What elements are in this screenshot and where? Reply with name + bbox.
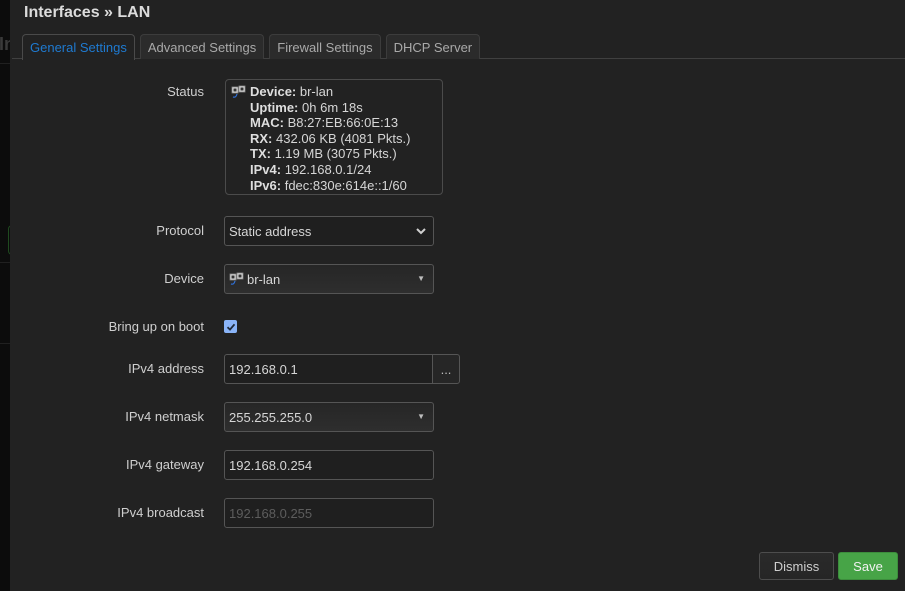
- status-line-ipv6: IPv6: fdec:830e:614e::1/60: [250, 177, 407, 193]
- status-line-rx: RX: 432.06 KB (4081 Pkts.): [250, 130, 411, 146]
- device-label: Device: [164, 271, 204, 286]
- tab-advanced-settings[interactable]: Advanced Settings: [139, 34, 265, 59]
- tab-firewall-settings[interactable]: Firewall Settings: [269, 34, 381, 59]
- chevron-down-icon: [415, 225, 427, 240]
- checkmark-icon: [226, 323, 235, 331]
- background-page: In: [0, 0, 16, 591]
- ipv4-gateway-label: IPv4 gateway: [125, 457, 204, 472]
- tab-general-settings[interactable]: General Settings: [22, 34, 135, 60]
- ethernet-bridge-icon: [231, 85, 247, 103]
- ipv4-netmask-label: IPv4 netmask: [125, 409, 204, 424]
- dismiss-button[interactable]: Dismiss: [759, 552, 834, 580]
- device-dropdown[interactable]: br-lan ▼: [224, 264, 434, 294]
- ipv4-address-input[interactable]: 192.168.0.1: [224, 354, 433, 384]
- ipv4-address-label: IPv4 address: [128, 361, 204, 376]
- ipv4-netmask-value: 255.255.255.0: [229, 409, 313, 425]
- tab-dhcp-server[interactable]: DHCP Server: [385, 34, 481, 59]
- save-button[interactable]: Save: [838, 552, 898, 580]
- ipv4-address-more-button[interactable]: ...: [432, 354, 460, 384]
- protocol-select[interactable]: Static address: [224, 216, 434, 246]
- protocol-label: Protocol: [156, 223, 204, 238]
- bring-up-on-boot-label: Bring up on boot: [108, 319, 204, 334]
- bring-up-on-boot-checkbox[interactable]: [224, 320, 237, 333]
- status-line-device: Device: br-lan: [250, 84, 334, 99]
- status-line-tx: TX: 1.19 MB (3075 Pkts.): [250, 146, 397, 162]
- interface-edit-modal: Interfaces » LAN General Settings Advanc…: [10, 0, 905, 591]
- caret-down-icon: ▼: [417, 274, 425, 283]
- device-value: br-lan: [247, 271, 281, 287]
- status-panel: Device: br-lan Uptime: 0h 6m 18s MAC: B8…: [225, 79, 443, 195]
- ethernet-bridge-icon: [229, 272, 245, 286]
- ipv4-broadcast-input[interactable]: 192.168.0.255: [224, 498, 434, 528]
- status-line-uptime: Uptime: 0h 6m 18s: [250, 99, 363, 115]
- ipv4-gateway-value: 192.168.0.254: [229, 457, 313, 473]
- status-line-mac: MAC: B8:27:EB:66:0E:13: [250, 115, 399, 131]
- ipv4-broadcast-placeholder: 192.168.0.255: [229, 505, 313, 521]
- protocol-value: Static address: [229, 223, 312, 239]
- ipv4-gateway-input[interactable]: 192.168.0.254: [224, 450, 434, 480]
- background-divider: [0, 262, 10, 263]
- status-label: Status: [167, 84, 204, 99]
- background-divider: [0, 63, 10, 64]
- modal-title: Interfaces » LAN: [24, 4, 151, 21]
- ipv4-broadcast-label: IPv4 broadcast: [117, 505, 204, 520]
- background-divider: [0, 343, 10, 344]
- caret-down-icon: ▼: [417, 412, 425, 421]
- status-line-ipv4: IPv4: 192.168.0.1/24: [250, 161, 372, 177]
- ipv4-netmask-dropdown[interactable]: 255.255.255.0 ▼: [224, 402, 434, 432]
- ipv4-address-value: 192.168.0.1: [229, 361, 298, 377]
- tab-bar: General Settings Advanced Settings Firew…: [22, 34, 481, 60]
